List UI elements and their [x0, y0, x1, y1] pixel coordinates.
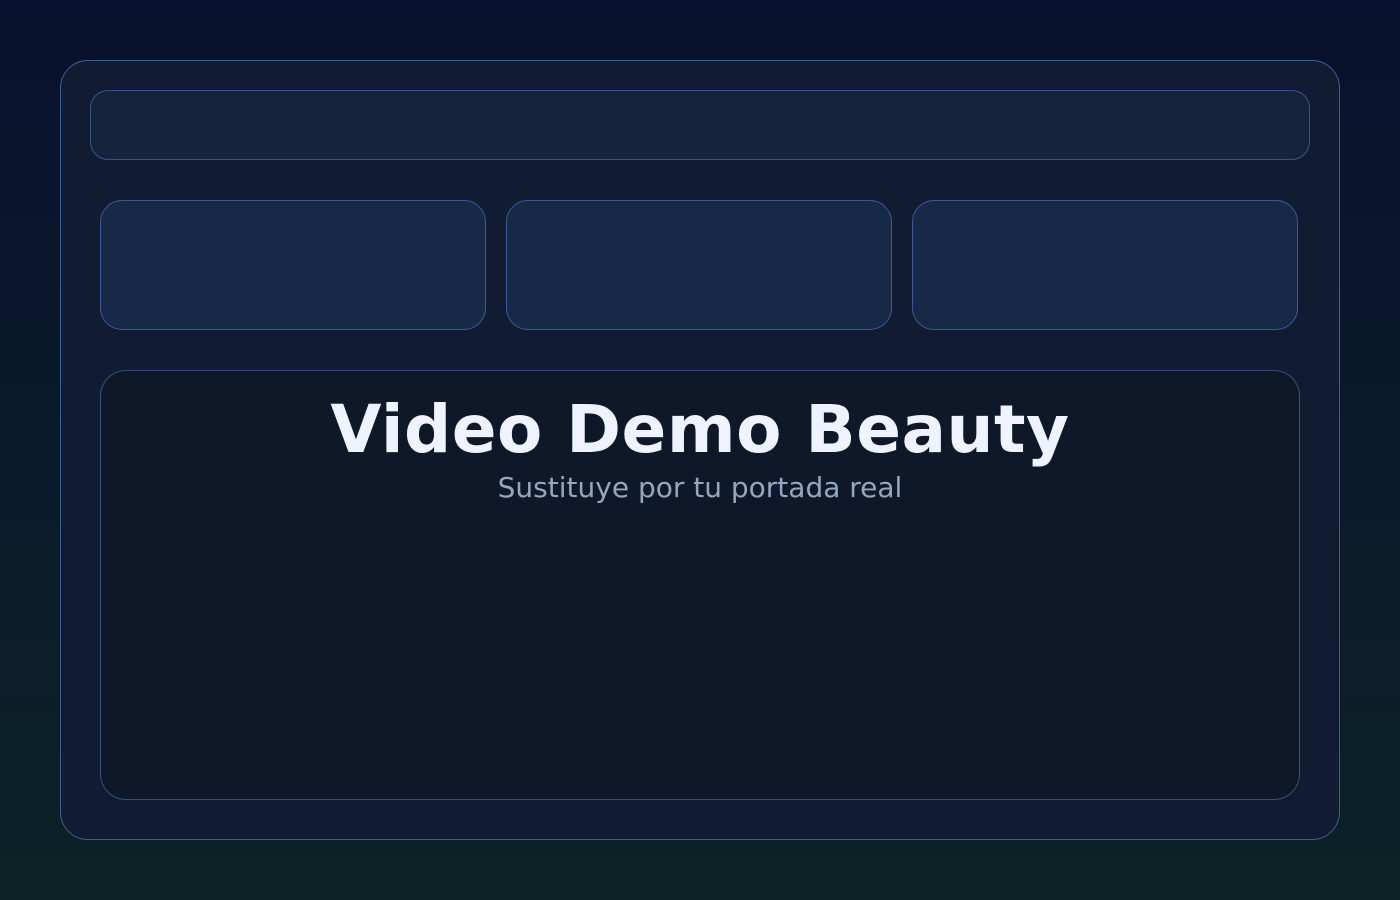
app-window-frame: Video Demo Beauty Sustituye por tu porta…: [60, 60, 1340, 840]
video-subtitle: Sustituye por tu portada real: [497, 471, 903, 504]
stat-card-1: [100, 200, 486, 330]
stat-card-2: [506, 200, 892, 330]
video-title: Video Demo Beauty: [330, 391, 1070, 468]
top-bar-placeholder: [90, 90, 1310, 160]
video-preview-panel[interactable]: Video Demo Beauty Sustituye por tu porta…: [100, 370, 1300, 800]
stat-card-3: [912, 200, 1298, 330]
